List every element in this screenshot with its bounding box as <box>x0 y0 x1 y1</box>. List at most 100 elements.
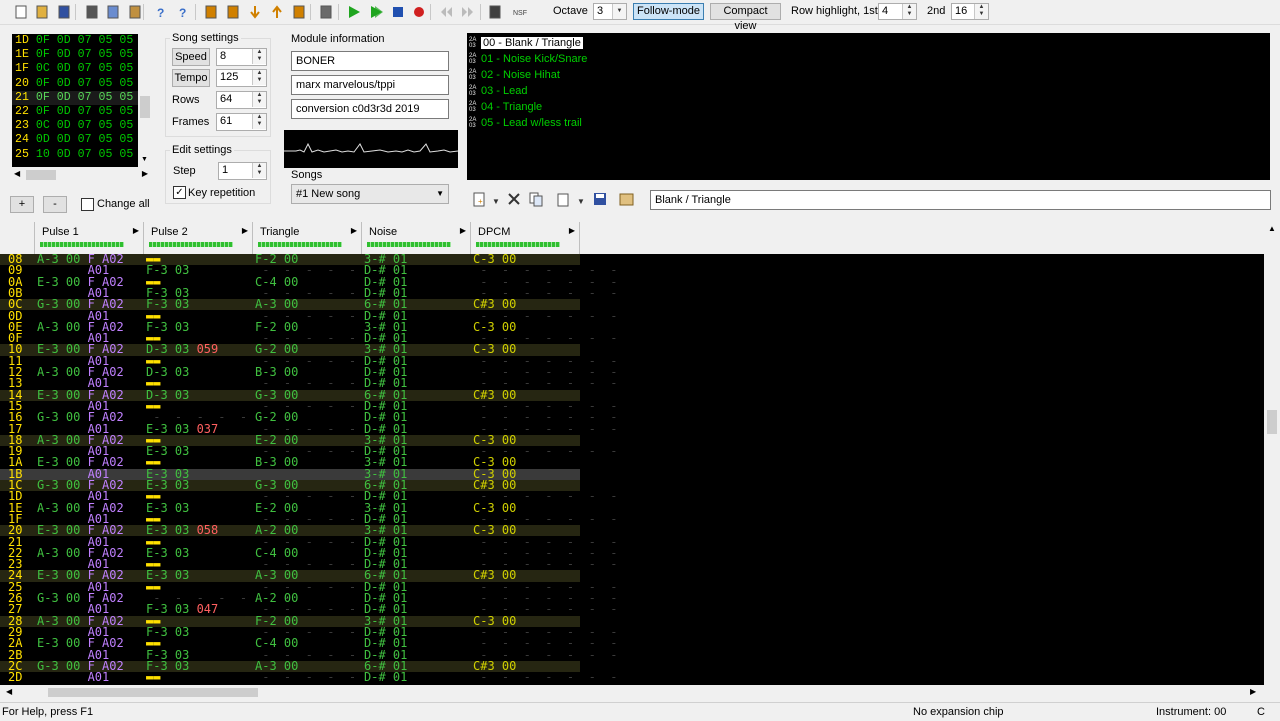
frame-values: 0F 0D 07 05 05 <box>35 48 134 62</box>
pattern-cell: D-# 01 <box>364 670 408 685</box>
frame-number: 1F <box>15 62 36 76</box>
channel-name: DPCM <box>478 226 511 238</box>
context-help-icon[interactable]: ? <box>174 3 192 21</box>
channel-header-dpcm[interactable]: DPCM ▶ <box>471 222 580 254</box>
help-icon[interactable]: ? <box>152 3 170 21</box>
follow-mode-button[interactable]: Follow-mode <box>633 3 704 20</box>
channel-header-pulse-1[interactable]: Pulse 1 ▶ <box>35 222 144 254</box>
octave-select[interactable]: 3 ▼ <box>593 3 627 20</box>
volume-meter <box>258 242 342 247</box>
channel-header-noise[interactable]: Noise ▶ <box>362 222 471 254</box>
pattern-vscroll[interactable]: ▲ <box>1264 222 1280 685</box>
step-spinner[interactable]: 1 ▲ ▼ <box>218 162 267 180</box>
copy-icon[interactable] <box>104 3 122 21</box>
duplicate-frame-icon[interactable] <box>290 3 308 21</box>
songs-title: Songs <box>291 169 323 181</box>
expand-channel-icon[interactable]: ▶ <box>133 226 139 235</box>
previous-song-icon[interactable] <box>437 3 455 21</box>
cut-icon[interactable] <box>83 3 101 21</box>
new-file-icon[interactable] <box>12 3 30 21</box>
frame-row[interactable]: 1F 0C 0D 07 05 05 <box>12 62 150 76</box>
empty-cell: - - - - - - - <box>473 670 618 685</box>
save-file-icon[interactable] <box>55 3 73 21</box>
frame-row[interactable]: 25 10 0D 07 05 05 <box>12 148 150 162</box>
frame-row[interactable]: 1D 0F 0D 07 05 05 <box>12 34 150 48</box>
frames-spinner[interactable]: 61 ▲ ▼ <box>216 113 267 131</box>
song-select[interactable]: #1 New song ▼ <box>291 184 449 204</box>
channel-header-triangle[interactable]: Triangle ▶ <box>253 222 362 254</box>
play-icon[interactable] <box>345 3 363 21</box>
volume-meter <box>40 242 124 247</box>
nsf-export-icon[interactable]: NSF <box>512 3 530 21</box>
frame-row[interactable]: 24 0D 0D 07 05 05 <box>12 133 150 147</box>
pattern-editor[interactable]: 08 A-3 00 F A02 ▬▬ F-2 00 3-# 01 C-3 00 09 A01… <box>0 254 1264 685</box>
stop-icon[interactable] <box>389 3 407 21</box>
expand-channel-icon[interactable]: ▶ <box>569 226 575 235</box>
instrument-list[interactable]: 2A 03 00 - Blank / Triangle 2A 03 01 - Noise … <box>467 33 1270 180</box>
instrument-item[interactable]: 2A 03 01 - Noise Kick/Snare <box>469 51 587 67</box>
move-frame-down-icon[interactable] <box>246 3 264 21</box>
row-highlight-2nd-spinner[interactable]: 16 ▲ ▼ <box>951 3 989 20</box>
remove-frame-icon[interactable] <box>224 3 242 21</box>
tempo-spinner[interactable]: 125 ▲ ▼ <box>216 69 267 87</box>
volume-meter <box>476 242 560 247</box>
channel-header-pulse-2[interactable]: Pulse 2 ▶ <box>144 222 253 254</box>
settings-icon[interactable] <box>486 3 504 21</box>
paste-icon[interactable] <box>126 3 144 21</box>
speed-spinner[interactable]: 8 ▲ ▼ <box>216 48 267 66</box>
open-file-icon[interactable] <box>33 3 51 21</box>
expand-channel-icon[interactable]: ▶ <box>242 226 248 235</box>
rows-spinner[interactable]: 64 ▲ ▼ <box>216 91 267 109</box>
frame-row[interactable]: 1E 0F 0D 07 05 05 <box>12 48 150 62</box>
instrument-label: 00 - Blank / Triangle <box>481 37 583 49</box>
change-all-checkbox[interactable] <box>81 198 94 211</box>
frame-row[interactable]: 23 0C 0D 07 05 05 <box>12 119 150 133</box>
frame-number: 1E <box>15 48 36 62</box>
frame-row[interactable]: 21 0F 0D 07 05 05 <box>12 90 150 105</box>
module-artist-field[interactable]: marx marvelous/tppi <box>291 75 449 95</box>
frame-list-hscroll[interactable]: ◀ ▶ <box>12 168 150 182</box>
instrument-item[interactable]: 2A 03 00 - Blank / Triangle <box>469 35 583 51</box>
instrument-item[interactable]: 2A 03 03 - Lead <box>469 83 527 99</box>
pattern-row[interactable]: 2D A01 ▬▬ - - - - - - - D-# 01 - - - - - -… <box>0 670 618 685</box>
remove-frame-button[interactable]: - <box>43 196 67 213</box>
instrument-item[interactable]: 2A 03 05 - Lead w/less trail <box>469 115 582 131</box>
pattern-hscroll[interactable]: ◀ ▶ <box>0 685 1264 700</box>
volume-meter <box>149 242 233 247</box>
expand-channel-icon[interactable]: ▶ <box>351 226 357 235</box>
chip-icon: 2A 03 <box>469 117 477 129</box>
row-highlight-label: Row highlight, 1st <box>791 5 878 17</box>
frame-values: 0F 0D 07 05 05 <box>35 34 134 47</box>
tempo-button[interactable]: Tempo <box>172 69 210 87</box>
instrument-item[interactable]: 2A 03 04 - Triangle <box>469 99 542 115</box>
module-copyright-field[interactable]: conversion c0d3r3d 2019 <box>291 99 449 119</box>
status-chip: No expansion chip <box>913 706 1004 718</box>
frame-list-scrollbar[interactable]: ▼ <box>138 34 152 167</box>
instrument-toolbar: + ▼ ▼ <box>470 188 640 212</box>
insert-frame-icon[interactable] <box>202 3 220 21</box>
speed-button[interactable]: Speed <box>172 48 210 66</box>
compact-view-button[interactable]: Compact view <box>710 3 781 32</box>
frame-row[interactable]: 22 0F 0D 07 05 05 <box>12 105 150 119</box>
row-highlight-1st-spinner[interactable]: 4 ▲ ▼ <box>878 3 917 20</box>
instrument-item[interactable]: 2A 03 02 - Noise Hihat <box>469 67 560 83</box>
module-properties-icon[interactable] <box>317 3 335 21</box>
play-pattern-icon[interactable] <box>367 3 385 21</box>
clone-instrument-icon <box>529 192 543 207</box>
add-frame-button[interactable]: + <box>10 196 34 213</box>
frame-values: 0F 0D 07 05 05 <box>35 104 134 118</box>
instrument-name-field[interactable]: Blank / Triangle <box>650 190 1271 210</box>
frame-row[interactable]: 20 0F 0D 07 05 05 <box>12 77 150 91</box>
song-settings-title: Song settings <box>170 32 241 44</box>
frame-values: 0F 0D 07 05 05 <box>35 76 134 90</box>
frame-list[interactable]: 1D 0F 0D 07 05 05 1E 0F 0D 07 05 05 1F 0C … <box>12 34 150 167</box>
key-repetition-checkbox[interactable]: ✓ <box>173 186 186 199</box>
next-song-icon[interactable] <box>459 3 477 21</box>
main-toolbar: ?? NSF Octave 3 ▼ Follow-mode Compact view… <box>0 0 1280 32</box>
frame-number: 25 <box>15 147 36 161</box>
record-icon[interactable] <box>410 3 428 21</box>
expand-channel-icon[interactable]: ▶ <box>460 226 466 235</box>
move-frame-up-icon[interactable] <box>268 3 286 21</box>
save-instrument-icon <box>594 193 606 205</box>
module-name-field[interactable]: BONER <box>291 51 449 71</box>
